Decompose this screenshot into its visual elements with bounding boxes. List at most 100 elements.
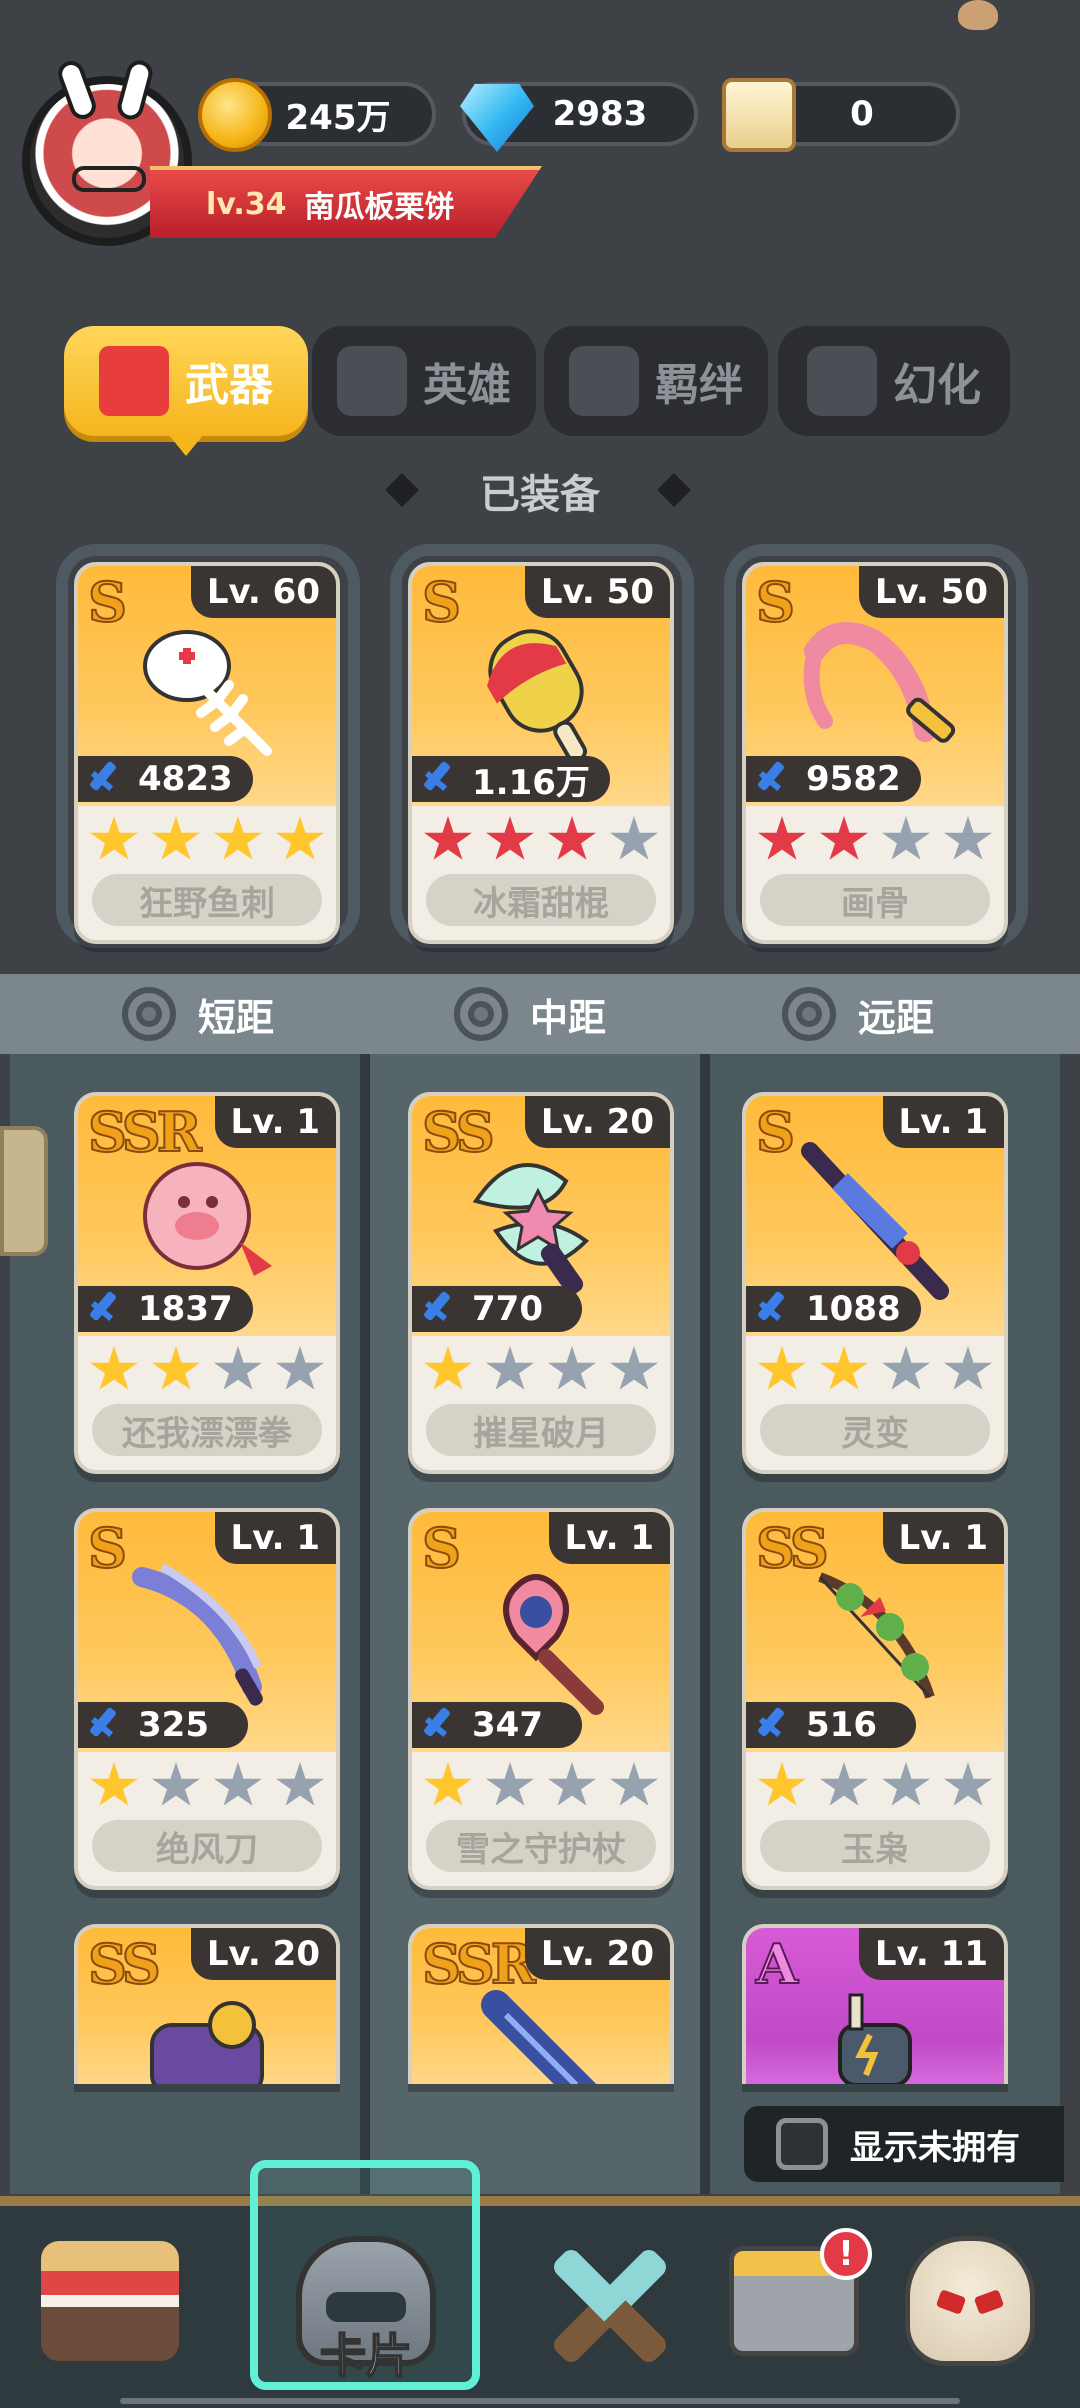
star-icon: [758, 1762, 806, 1806]
star-icon: [486, 1762, 534, 1806]
fish-bone-weapon-icon: [143, 629, 272, 756]
weapon-name: 冰霜甜棍: [426, 874, 656, 926]
tab-transform[interactable]: 幻化: [778, 326, 1010, 436]
star-icon: [610, 816, 658, 860]
power-value: 1.16万: [472, 762, 590, 803]
star-icon: [820, 1346, 868, 1390]
star-icon: [424, 1346, 472, 1390]
star-icon: [152, 1762, 200, 1806]
scroll-currency[interactable]: 0: [722, 78, 960, 152]
side-drawer-tab[interactable]: [0, 1126, 48, 1256]
equipped-card[interactable]: S Lv. 50 9582 画骨: [742, 562, 1008, 944]
weapon-name: 狂野鱼刺: [92, 874, 322, 926]
star-icon: [882, 816, 930, 860]
weapon-card[interactable]: SSR Lv. 20: [408, 1924, 674, 2084]
weapon-card[interactable]: S Lv. 1 1088 灵变: [742, 1092, 1008, 1474]
star-icon: [90, 1346, 138, 1390]
weapon-card[interactable]: SS Lv. 20 770 摧星破月: [408, 1092, 674, 1474]
nav-battle-button[interactable]: [530, 2226, 690, 2376]
star-icon: [486, 816, 534, 860]
nav-boss-button[interactable]: [890, 2226, 1050, 2376]
notification-badge: !: [820, 2228, 872, 2280]
weapon-card[interactable]: A Lv. 11: [742, 1924, 1008, 2084]
star-icon: [882, 1346, 930, 1390]
tab-pointer: [168, 434, 204, 456]
star-icon: [610, 1762, 658, 1806]
tab-bonds[interactable]: 羁绊: [544, 326, 768, 436]
pig-glove-weapon-icon: [143, 1161, 272, 1276]
level-tag: Lv. 1: [214, 1096, 336, 1148]
attack-sword-icon: [86, 1292, 120, 1326]
transform-icon: [807, 346, 877, 416]
twin-blades-weapon-icon: [132, 1563, 263, 1706]
star-rating: [746, 806, 1004, 868]
gold-currency[interactable]: 245万: [198, 78, 436, 152]
star-icon: [548, 816, 596, 860]
range-medium[interactable]: 中距: [454, 978, 606, 1050]
attack-sword-icon: [754, 762, 788, 796]
power-badge: 347: [412, 1702, 582, 1748]
star-icon: [548, 1762, 596, 1806]
star-rating: [78, 806, 336, 868]
star-icon: [214, 1762, 262, 1806]
weapon-name: 雪之守护杖: [426, 1820, 656, 1872]
bunny-ear-icon: [114, 57, 156, 123]
equipped-card[interactable]: S Lv. 60 4823 狂野鱼刺: [74, 562, 340, 944]
star-icon: [276, 816, 324, 860]
diamond-currency[interactable]: 2983: [460, 82, 698, 152]
star-icon: [944, 1346, 992, 1390]
bunny-ear-icon: [54, 57, 100, 123]
equipped-card[interactable]: S Lv. 50 1.16万 冰霜甜棍: [408, 562, 674, 944]
show-unowned-toggle[interactable]: 显示未拥有: [744, 2106, 1064, 2182]
attack-sword-icon: [86, 1708, 120, 1742]
target-ring-icon: [122, 987, 176, 1041]
tab-bonds-label: 羁绊: [655, 360, 743, 411]
power-badge: 4823: [78, 756, 253, 802]
show-unowned-checkbox[interactable]: [776, 2118, 828, 2170]
star-rating: [746, 1336, 1004, 1398]
range-short[interactable]: 短距: [122, 978, 274, 1050]
pet-icon: [958, 0, 998, 30]
tab-heroes[interactable]: 英雄: [312, 326, 536, 436]
gold-coin-icon: [198, 78, 272, 152]
range-long-label: 远距: [858, 995, 935, 1040]
glasses-icon: [72, 166, 146, 192]
skull-icon: [905, 2236, 1035, 2366]
column-divider: [360, 1054, 370, 2194]
star-rating: [746, 1752, 1004, 1814]
weapon-card[interactable]: SS Lv. 20: [74, 1924, 340, 2084]
nav-shop-button[interactable]: [30, 2226, 190, 2376]
star-icon: [90, 816, 138, 860]
weapon-card[interactable]: SS Lv. 1 516 玉枭: [742, 1508, 1008, 1890]
rank-label: A: [755, 1931, 799, 1997]
power-value: 347: [472, 1705, 543, 1745]
power-value: 516: [806, 1705, 877, 1745]
show-unowned-label: 显示未拥有: [850, 2127, 1020, 2168]
range-long[interactable]: 远距: [782, 978, 934, 1050]
weapon-icon: [99, 346, 169, 416]
star-icon: [424, 816, 472, 860]
heart-staff-weapon-icon: [503, 1573, 604, 1715]
star-icon: [152, 816, 200, 860]
level-tag: Lv. 20: [524, 1928, 670, 1980]
star-icon: [214, 1346, 262, 1390]
weapon-card[interactable]: S Lv. 1 347 雪之守护杖: [408, 1508, 674, 1890]
weapon-name: 摧星破月: [426, 1404, 656, 1456]
power-value: 325: [138, 1705, 209, 1745]
plug-weapon-icon: [838, 1993, 912, 2084]
weapon-card[interactable]: SSR Lv. 1 1837 还我漂漂拳: [74, 1092, 340, 1474]
star-icon: [424, 1762, 472, 1806]
star-icon: [820, 816, 868, 860]
popsicle-weapon-icon: [487, 629, 587, 763]
power-value: 9582: [806, 759, 901, 799]
power-badge: 325: [78, 1702, 248, 1748]
attack-sword-icon: [86, 762, 120, 796]
power-badge: 770: [412, 1286, 582, 1332]
bond-icon: [569, 346, 639, 416]
weapon-card[interactable]: S Lv. 1 325 绝风刀: [74, 1508, 340, 1890]
tab-weapons[interactable]: 武器: [64, 326, 308, 436]
star-icon: [214, 816, 262, 860]
range-medium-label: 中距: [530, 995, 607, 1040]
star-icon: [944, 816, 992, 860]
star-icon: [548, 1346, 596, 1390]
